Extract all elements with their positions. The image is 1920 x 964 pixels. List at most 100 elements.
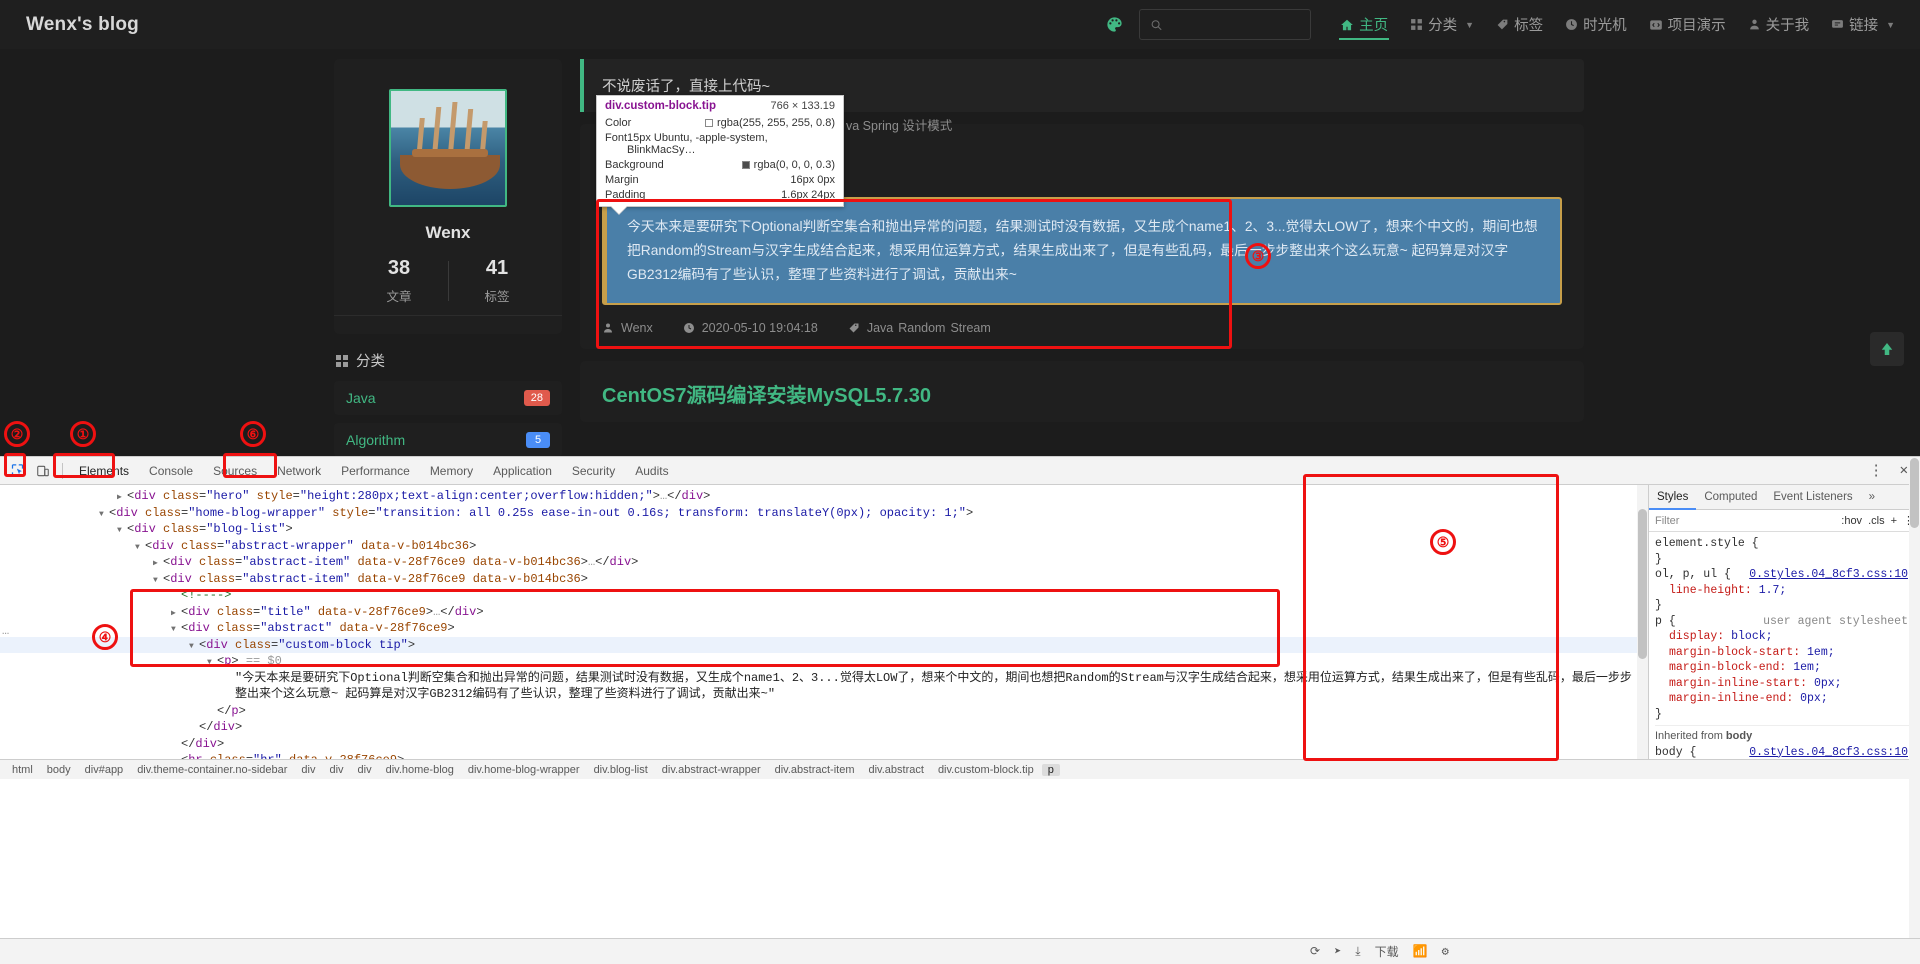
style-selector[interactable]: element.style { xyxy=(1655,536,1920,552)
dom-node-line[interactable]: ▼ <div class="abstract" data-v-28f76ce9> xyxy=(0,620,1648,637)
inspect-element-button[interactable] xyxy=(4,458,30,484)
dom-node-line[interactable]: ▼ <div class="home-blog-wrapper" style="t… xyxy=(0,505,1648,522)
nav-item-categories[interactable]: 分类 ▼ xyxy=(1399,0,1485,49)
category-item-java[interactable]: Java 28 xyxy=(334,381,562,415)
style-value[interactable]: block; xyxy=(1731,630,1772,643)
tab-memory[interactable]: Memory xyxy=(420,457,483,485)
breadcrumb-item[interactable]: div.abstract-wrapper xyxy=(656,764,767,776)
dom-node-line[interactable]: ▶ <div class="abstract-item" data-v-28f76… xyxy=(0,554,1648,571)
post-tag[interactable]: Stream xyxy=(950,321,990,335)
post-tag[interactable]: Java xyxy=(867,321,893,335)
refresh-icon[interactable]: ⟳ xyxy=(1310,944,1320,959)
cursor-icon[interactable]: ➤ xyxy=(1334,944,1341,959)
style-property[interactable]: margin-block-start: 1em; xyxy=(1655,645,1920,661)
search-input[interactable] xyxy=(1162,17,1301,32)
disclosure-triangle-icon[interactable]: ▼ xyxy=(171,622,181,639)
style-value[interactable]: 1em; xyxy=(1807,646,1835,659)
dom-tree[interactable]: … ▶ <div class="hero" style="height:280px… xyxy=(0,485,1648,759)
style-value[interactable]: 0px; xyxy=(1814,677,1842,690)
breadcrumb-item[interactable]: html xyxy=(6,764,39,776)
disclosure-triangle-icon[interactable]: ▼ xyxy=(189,639,199,656)
breadcrumb-item[interactable]: div.custom-block.tip xyxy=(932,764,1040,776)
breadcrumb-item[interactable]: body xyxy=(41,764,77,776)
tab-console[interactable]: Console xyxy=(139,457,203,485)
nav-item-links[interactable]: 链接 ▼ xyxy=(1820,0,1906,49)
disclosure-triangle-icon[interactable]: ▼ xyxy=(207,655,217,672)
style-rule[interactable]: 0.styles.04_8cf3.css:10 ol, p, ul {line-h… xyxy=(1655,567,1920,614)
device-toolbar-button[interactable] xyxy=(30,458,56,484)
tab-sources[interactable]: Sources xyxy=(203,457,267,485)
styles-filter-input[interactable]: Filter xyxy=(1655,515,1835,527)
style-rule[interactable]: element.style {} xyxy=(1655,536,1920,567)
nav-item-about[interactable]: 关于我 xyxy=(1737,0,1821,49)
more-options-icon[interactable]: ⋮ xyxy=(1863,461,1890,480)
style-property[interactable]: margin-inline-end: 0px; xyxy=(1655,691,1920,707)
dom-node-line[interactable]: 整出来个这么玩意~ 起码算是对汉字GB2312编码有了些认识，整理了些资料进行了… xyxy=(0,686,1648,703)
dom-node-line[interactable]: <hr class="hr" data-v-28f76ce9> xyxy=(0,752,1648,759)
post-tag[interactable]: Random xyxy=(898,321,945,335)
search-box[interactable] xyxy=(1139,9,1312,40)
tab-application[interactable]: Application xyxy=(483,457,562,485)
site-brand[interactable]: Wenx's blog xyxy=(26,14,139,36)
nav-item-home[interactable]: 主页 xyxy=(1329,0,1399,49)
tab-performance[interactable]: Performance xyxy=(331,457,420,485)
stat-articles[interactable]: 38 文章 xyxy=(350,257,448,305)
styles-rules[interactable]: element.style {} 0.styles.04_8cf3.css:10 o… xyxy=(1649,457,1920,964)
tab-audits[interactable]: Audits xyxy=(625,457,678,485)
dom-node-line[interactable]: ▶ <div class="title" data-v-28f76ce9>…</d… xyxy=(0,604,1648,621)
breadcrumb-item[interactable]: div xyxy=(323,764,349,776)
style-property[interactable]: margin-block-end: 1em; xyxy=(1655,660,1920,676)
style-selector[interactable]: 0.styles.04_8cf3.css:10 body { xyxy=(1655,745,1920,760)
new-style-rule-button[interactable]: + xyxy=(1891,515,1897,527)
chevron-double-right-icon[interactable]: » xyxy=(1861,485,1883,510)
style-property[interactable]: display: block; xyxy=(1655,629,1920,645)
breadcrumb-item[interactable]: div.home-blog xyxy=(380,764,460,776)
hov-toggle[interactable]: :hov xyxy=(1841,515,1862,527)
back-to-top-button[interactable] xyxy=(1870,332,1904,366)
dom-node-line[interactable]: <!----> xyxy=(0,587,1648,604)
theme-palette-icon[interactable] xyxy=(1103,14,1125,36)
breadcrumb-item[interactable]: p xyxy=(1041,763,1060,776)
tab-styles[interactable]: Styles xyxy=(1649,485,1697,510)
tab-event-listeners[interactable]: Event Listeners xyxy=(1765,485,1860,510)
dom-node-line[interactable]: ▼ <div class="blog-list"> xyxy=(0,521,1648,538)
dom-scrollbar[interactable] xyxy=(1637,485,1648,759)
breadcrumb-item[interactable]: div.blog-list xyxy=(588,764,654,776)
tab-computed[interactable]: Computed xyxy=(1696,485,1765,510)
style-rule[interactable]: user agent stylesheet p {display: block; m… xyxy=(1655,614,1920,723)
disclosure-triangle-icon[interactable] xyxy=(171,754,181,759)
style-property[interactable]: line-height: 1.7; xyxy=(1655,583,1920,599)
wifi-icon[interactable]: 📶 xyxy=(1413,944,1428,959)
breadcrumb[interactable]: html body div#app div.theme-container.no-si… xyxy=(0,759,1920,779)
tab-elements[interactable]: Elements xyxy=(69,457,139,485)
disclosure-triangle-icon[interactable]: ▼ xyxy=(117,523,127,540)
nav-item-tags[interactable]: 标签 xyxy=(1485,0,1554,49)
cls-toggle[interactable]: .cls xyxy=(1868,515,1885,527)
breadcrumb-item[interactable]: div.home-blog-wrapper xyxy=(462,764,586,776)
style-value[interactable]: 1em; xyxy=(1793,661,1821,674)
dom-node-line[interactable]: ▶ <div class="hero" style="height:280px;t… xyxy=(0,488,1648,505)
style-source-link[interactable]: 0.styles.04_8cf3.css:10 xyxy=(1749,567,1920,583)
dom-node-line[interactable]: ▼ <p> == $0 xyxy=(0,653,1648,670)
breadcrumb-item[interactable]: div.abstract xyxy=(863,764,930,776)
style-value[interactable]: 0px; xyxy=(1800,692,1828,705)
style-source-link[interactable]: 0.styles.04_8cf3.css:10 xyxy=(1749,745,1920,760)
breadcrumb-item[interactable]: div xyxy=(352,764,378,776)
dom-node-line[interactable]: ▼ <div class="abstract-item" data-v-28f76… xyxy=(0,571,1648,588)
tab-security[interactable]: Security xyxy=(562,457,625,485)
style-value[interactable]: 1.7; xyxy=(1759,584,1787,597)
breadcrumb-item[interactable]: div xyxy=(295,764,321,776)
disclosure-triangle-icon[interactable]: ▼ xyxy=(135,540,145,557)
dom-node-line[interactable]: </div> xyxy=(0,719,1648,736)
style-property[interactable]: margin-inline-start: 0px; xyxy=(1655,676,1920,692)
settings-icon[interactable]: ⚙ xyxy=(1442,944,1449,959)
nav-item-projects[interactable]: 项目演示 xyxy=(1638,0,1737,49)
dom-node-line[interactable]: </div> xyxy=(0,736,1648,753)
tab-network[interactable]: Network xyxy=(267,457,331,485)
post-title[interactable]: CentOS7源码编译安装MySQL5.7.30 xyxy=(602,379,1562,408)
style-selector[interactable]: user agent stylesheet p { xyxy=(1655,614,1920,630)
download-icon[interactable]: ⤓ xyxy=(1355,945,1360,959)
breadcrumb-item[interactable]: div.theme-container.no-sidebar xyxy=(131,764,293,776)
styles-filter-bar[interactable]: Filter :hov .cls + ⋮ xyxy=(1649,510,1920,532)
breadcrumb-item[interactable]: div#app xyxy=(79,764,130,776)
